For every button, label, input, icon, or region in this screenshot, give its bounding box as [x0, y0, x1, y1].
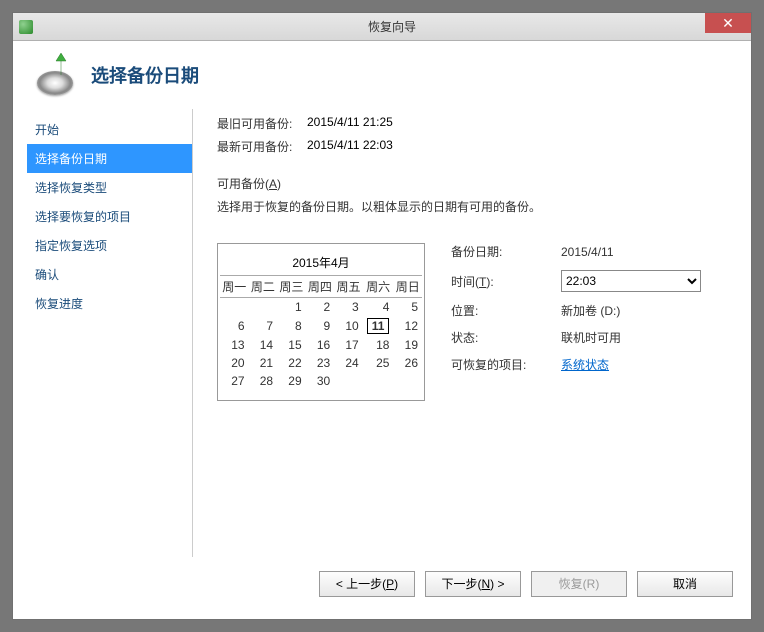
- calendar-day: [363, 372, 394, 390]
- newest-backup-label: 最新可用备份:: [217, 138, 307, 155]
- calendar-day: [393, 372, 422, 390]
- restore-arrow-icon: [51, 53, 71, 77]
- close-button[interactable]: ✕: [705, 13, 751, 33]
- lower-panel: 2015年4月 周一周二周三周四周五周六周日 12345678910111213…: [217, 243, 731, 401]
- calendar-day[interactable]: 13: [220, 336, 249, 354]
- calendar-day[interactable]: 5: [393, 298, 422, 317]
- oldest-backup-row: 最旧可用备份: 2015/4/11 21:25: [217, 115, 731, 132]
- main-panel: 最旧可用备份: 2015/4/11 21:25 最新可用备份: 2015/4/1…: [192, 109, 737, 557]
- footer: < 上一步(P) 下一步(N) > 恢复(R) 取消: [27, 557, 737, 609]
- calendar-day[interactable]: 26: [393, 354, 422, 372]
- wizard-steps: 开始 选择备份日期 选择恢复类型 选择要恢复的项目 指定恢复选项 确认 恢复进度: [27, 109, 192, 557]
- calendar-grid: 周一周二周三周四周五周六周日 1234567891011121314151617…: [220, 275, 422, 390]
- status-label: 状态:: [451, 329, 561, 346]
- step-confirm[interactable]: 确认: [27, 260, 192, 289]
- calendar-day[interactable]: 2: [306, 298, 335, 317]
- calendar-day: [334, 372, 363, 390]
- cancel-button[interactable]: 取消: [637, 571, 733, 597]
- backup-date-label: 备份日期:: [451, 243, 561, 260]
- time-label: 时间(T):: [451, 273, 561, 290]
- available-backups-desc: 选择用于恢复的备份日期。以粗体显示的日期有可用的备份。: [217, 198, 731, 215]
- window-title: 恢复向导: [33, 18, 751, 35]
- calendar-day[interactable]: 8: [277, 316, 306, 336]
- page-title: 选择备份日期: [91, 62, 199, 88]
- calendar-day[interactable]: 7: [249, 316, 278, 336]
- wizard-window: 恢复向导 ✕ 选择备份日期 开始 选择备份日期 选择恢复类型 选择要恢复的项目 …: [12, 12, 752, 620]
- recoverable-link[interactable]: 系统状态: [561, 358, 609, 372]
- next-button[interactable]: 下一步(N) >: [425, 571, 521, 597]
- calendar-day[interactable]: 25: [363, 354, 394, 372]
- app-icon: [19, 20, 33, 34]
- step-specify-options[interactable]: 指定恢复选项: [27, 231, 192, 260]
- calendar-day[interactable]: 24: [334, 354, 363, 372]
- location-label: 位置:: [451, 302, 561, 319]
- calendar-day[interactable]: 27: [220, 372, 249, 390]
- calendar-dow: 周一: [220, 276, 249, 298]
- recover-button: 恢复(R): [531, 571, 627, 597]
- body: 开始 选择备份日期 选择恢复类型 选择要恢复的项目 指定恢复选项 确认 恢复进度…: [27, 109, 737, 557]
- calendar-day[interactable]: 3: [334, 298, 363, 317]
- calendar-dow: 周五: [334, 276, 363, 298]
- calendar-day[interactable]: 29: [277, 372, 306, 390]
- step-select-recovery-type[interactable]: 选择恢复类型: [27, 173, 192, 202]
- recoverable-label: 可恢复的项目:: [451, 356, 561, 373]
- calendar-day[interactable]: 20: [220, 354, 249, 372]
- calendar-day[interactable]: 28: [249, 372, 278, 390]
- calendar-day[interactable]: 22: [277, 354, 306, 372]
- available-backups-title: 可用备份(A): [217, 175, 731, 192]
- oldest-backup-label: 最旧可用备份:: [217, 115, 307, 132]
- calendar-day[interactable]: 23: [306, 354, 335, 372]
- calendar-day[interactable]: 17: [334, 336, 363, 354]
- calendar-day: [249, 298, 278, 317]
- oldest-backup-value: 2015/4/11 21:25: [307, 115, 393, 132]
- calendar-dow: 周六: [363, 276, 394, 298]
- calendar-day[interactable]: 1: [277, 298, 306, 317]
- backup-date-value: 2015/4/11: [561, 245, 614, 259]
- calendar-dow: 周二: [249, 276, 278, 298]
- status-value: 联机时可用: [561, 329, 621, 346]
- calendar-day[interactable]: 4: [363, 298, 394, 317]
- step-select-items[interactable]: 选择要恢复的项目: [27, 202, 192, 231]
- step-select-backup-date[interactable]: 选择备份日期: [27, 144, 192, 173]
- step-progress[interactable]: 恢复进度: [27, 289, 192, 318]
- calendar-dow: 周三: [277, 276, 306, 298]
- wizard-icon: [33, 55, 77, 95]
- calendar-title: 2015年4月: [220, 250, 422, 275]
- calendar-dow: 周四: [306, 276, 335, 298]
- previous-button[interactable]: < 上一步(P): [319, 571, 415, 597]
- step-start[interactable]: 开始: [27, 115, 192, 144]
- calendar-dow: 周日: [393, 276, 422, 298]
- calendar-day[interactable]: 18: [363, 336, 394, 354]
- calendar-day[interactable]: 19: [393, 336, 422, 354]
- calendar[interactable]: 2015年4月 周一周二周三周四周五周六周日 12345678910111213…: [217, 243, 425, 401]
- calendar-day[interactable]: 10: [334, 316, 363, 336]
- content: 选择备份日期 开始 选择备份日期 选择恢复类型 选择要恢复的项目 指定恢复选项 …: [13, 41, 751, 619]
- calendar-day[interactable]: 9: [306, 316, 335, 336]
- calendar-day[interactable]: 11: [363, 316, 394, 336]
- calendar-day[interactable]: 16: [306, 336, 335, 354]
- calendar-day[interactable]: 12: [393, 316, 422, 336]
- time-select[interactable]: 22:03: [561, 270, 701, 292]
- newest-backup-value: 2015/4/11 22:03: [307, 138, 393, 155]
- calendar-day[interactable]: 6: [220, 316, 249, 336]
- backup-details: 备份日期: 2015/4/11 时间(T): 22:03: [451, 243, 731, 401]
- calendar-day[interactable]: 30: [306, 372, 335, 390]
- calendar-day[interactable]: 14: [249, 336, 278, 354]
- calendar-day: [220, 298, 249, 317]
- location-value: 新加卷 (D:): [561, 302, 620, 319]
- newest-backup-row: 最新可用备份: 2015/4/11 22:03: [217, 138, 731, 155]
- calendar-day[interactable]: 21: [249, 354, 278, 372]
- page-header: 选择备份日期: [27, 51, 737, 109]
- calendar-day[interactable]: 15: [277, 336, 306, 354]
- titlebar: 恢复向导 ✕: [13, 13, 751, 41]
